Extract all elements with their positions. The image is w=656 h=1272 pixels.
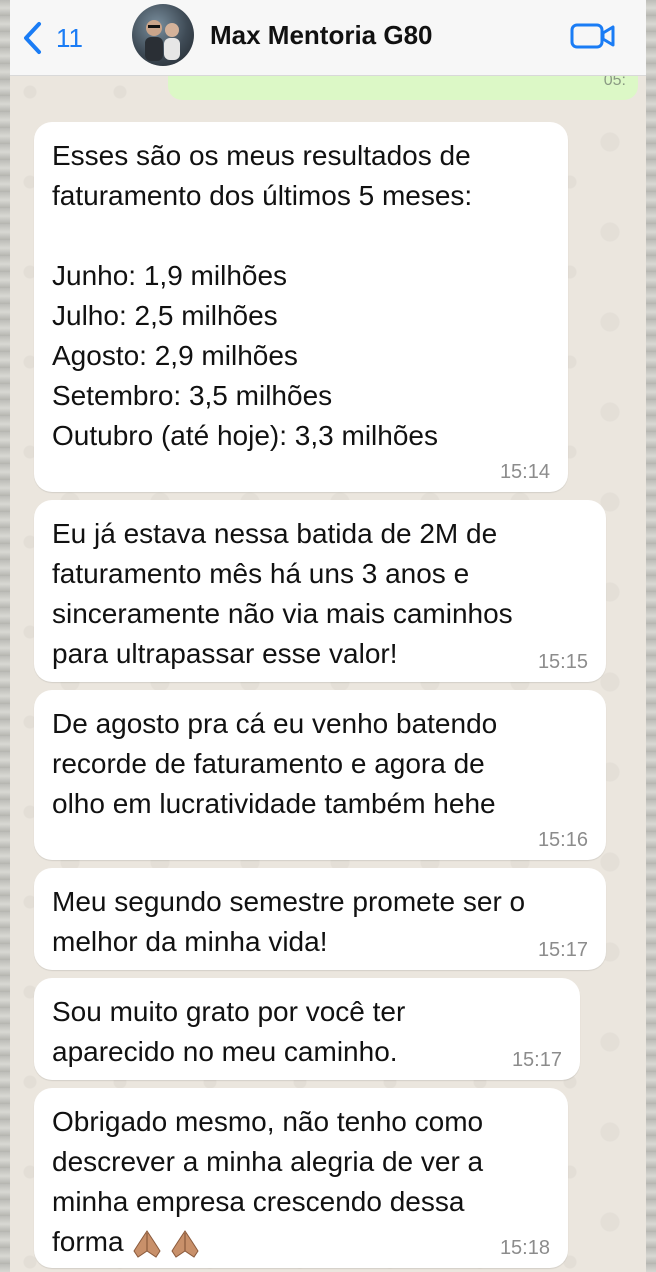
unread-count: 11 xyxy=(56,22,83,53)
message-text: Obrigado mesmo, não tenho como descrever… xyxy=(52,1102,550,1262)
folded-hands-icon xyxy=(132,1229,161,1258)
message-bubble[interactable]: Meu segundo semestre promete ser o melho… xyxy=(34,868,606,970)
folded-hands-emoji xyxy=(130,1229,202,1259)
folded-hands-icon xyxy=(170,1229,199,1258)
avatar-photo xyxy=(145,20,180,61)
chat-screen: 05: 11 Max Mentoria G80 Esses são os meu… xyxy=(10,0,646,1272)
chevron-left-icon xyxy=(24,22,41,54)
video-call-icon[interactable] xyxy=(570,20,616,52)
message-time: 15:17 xyxy=(537,939,588,961)
side-strip-left xyxy=(0,0,10,1272)
message-text-content: Obrigado mesmo, não tenho como descrever… xyxy=(52,1106,484,1257)
message-time: 15:18 xyxy=(499,1237,550,1259)
chat-title[interactable]: Max Mentoria G80 xyxy=(210,20,433,51)
message-bubble[interactable]: Eu já estava nessa batida de 2M de fatur… xyxy=(34,500,606,682)
message-bubble[interactable]: Esses são os meus resultados de faturame… xyxy=(34,122,568,492)
message-text: Esses são os meus resultados de faturame… xyxy=(52,140,473,451)
message-text: Eu já estava nessa batida de 2M de fatur… xyxy=(52,518,513,669)
message-time: 15:14 xyxy=(499,461,550,483)
chat-header: 11 Max Mentoria G80 xyxy=(10,0,646,76)
side-strip-right xyxy=(646,0,656,1272)
message-text: Sou muito grato por você ter aparecido n… xyxy=(52,996,406,1067)
message-bubble[interactable]: Sou muito grato por você ter aparecido n… xyxy=(34,978,580,1080)
back-button[interactable]: 11 xyxy=(22,18,83,58)
message-bubble[interactable]: Obrigado mesmo, não tenho como descrever… xyxy=(34,1088,568,1268)
message-time: 15:15 xyxy=(537,651,588,673)
message-text: Meu segundo semestre promete ser o melho… xyxy=(52,886,526,957)
message-text: De agosto pra cá eu venho batendo record… xyxy=(52,708,498,819)
message-bubble[interactable]: De agosto pra cá eu venho batendo record… xyxy=(34,690,606,860)
message-time: 15:16 xyxy=(537,829,588,851)
message-time: 15:17 xyxy=(511,1049,562,1071)
group-avatar[interactable] xyxy=(132,4,194,66)
previous-outgoing-bubble[interactable]: 05: xyxy=(168,72,638,100)
